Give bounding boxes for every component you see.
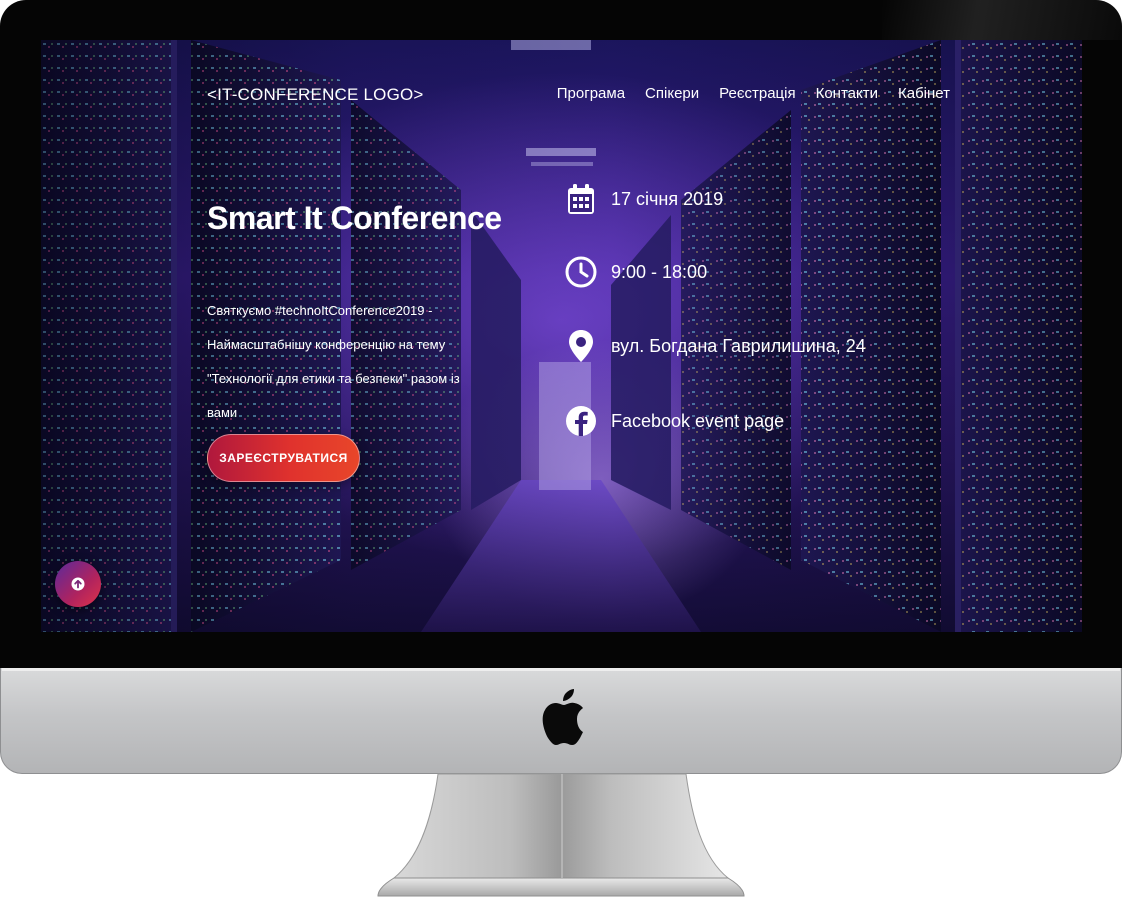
nav-link-registration[interactable]: Реєстрація [719, 85, 795, 102]
nav-link-speakers[interactable]: Спікери [645, 85, 699, 102]
description-line: вами [207, 405, 238, 420]
event-date-row: 17 січня 2019 [565, 183, 723, 215]
map-pin-icon [565, 330, 597, 362]
chin-highlight [2, 668, 1120, 671]
event-address: вул. Богдана Гаврилишина, 24 [611, 335, 866, 356]
facebook-icon[interactable] [565, 405, 597, 437]
main-nav: Програма Спікери Реєстрація Контакти Каб… [557, 85, 950, 102]
event-facebook-row[interactable]: Facebook event page [565, 405, 784, 437]
scroll-top-button[interactable] [55, 561, 101, 607]
event-address-row: вул. Богдана Гаврилишина, 24 [565, 330, 866, 362]
conference-description: Святкуємо #technoItConference2019 - Найм… [207, 294, 477, 430]
monitor-stand [377, 773, 745, 897]
event-time: 9:00 - 18:00 [611, 261, 708, 282]
background-overlay [41, 40, 1082, 632]
website-screen: <IT-CONFERENCE LOGO> Програма Спікери Ре… [41, 40, 1082, 632]
nav-link-cabinet[interactable]: Кабінет [898, 85, 950, 102]
bezel-gloss [882, 0, 1122, 40]
description-line: Святкуємо #technoItConference2019 - [207, 303, 433, 318]
clock-icon [565, 256, 597, 288]
event-date: 17 січня 2019 [611, 188, 724, 209]
facebook-event-link[interactable]: Facebook event page [611, 411, 784, 432]
nav-link-program[interactable]: Програма [557, 85, 625, 102]
arrow-up-icon [71, 577, 85, 591]
site-logo[interactable]: <IT-CONFERENCE LOGO> [207, 85, 424, 105]
description-line: "Технології для етики та безпеки" разом … [207, 371, 460, 386]
nav-link-contacts[interactable]: Контакти [816, 85, 878, 102]
calendar-icon [565, 183, 597, 215]
description-line: Наймасштабнішу конференцію на тему [207, 337, 446, 352]
event-time-row: 9:00 - 18:00 [565, 256, 707, 288]
register-button[interactable]: ЗАРЕЄСТРУВАТИСЯ [207, 434, 360, 482]
conference-title: Smart It Conference [207, 200, 502, 236]
apple-logo [542, 689, 583, 745]
